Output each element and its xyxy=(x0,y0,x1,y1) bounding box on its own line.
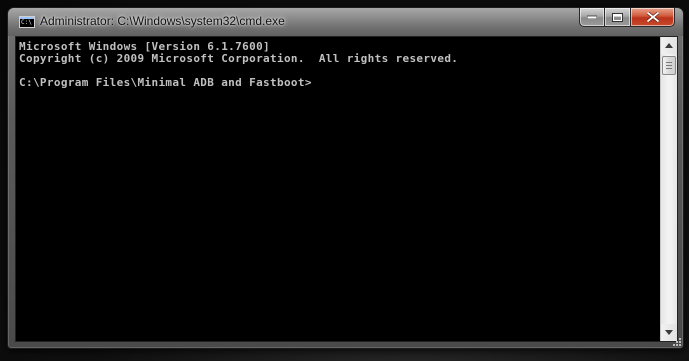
console-line-copyright: Copyright (c) 2009 Microsoft Corporation… xyxy=(19,52,459,65)
scroll-up-arrow-icon xyxy=(665,43,673,48)
scrollbar-thumb[interactable] xyxy=(662,56,676,75)
desktop-background: C:\ Administrator: C:\Windows\system32\c… xyxy=(0,0,689,361)
vertical-scrollbar[interactable] xyxy=(660,37,677,341)
cmd-icon-text: C:\ xyxy=(21,19,32,26)
title-bar[interactable]: C:\ Administrator: C:\Windows\system32\c… xyxy=(8,8,683,36)
minimize-icon xyxy=(587,15,597,19)
thumb-grip-line xyxy=(666,65,672,66)
resize-grip-icon[interactable] xyxy=(672,337,682,347)
window-title: Administrator: C:\Windows\system32\cmd.e… xyxy=(40,14,285,28)
cmd-icon[interactable]: C:\ xyxy=(19,16,35,28)
console-output[interactable]: Microsoft Windows [Version 6.1.7600] Cop… xyxy=(16,37,660,341)
maximize-icon xyxy=(612,12,623,22)
scroll-up-button[interactable] xyxy=(661,37,677,54)
thumb-grip-line xyxy=(666,68,672,69)
close-icon xyxy=(646,12,659,22)
cmd-window: C:\ Administrator: C:\Windows\system32\c… xyxy=(7,7,684,349)
minimize-button[interactable] xyxy=(579,8,605,27)
caption-buttons xyxy=(579,8,675,28)
thumb-grip-line xyxy=(666,62,672,63)
scroll-down-arrow-icon xyxy=(665,330,673,335)
console-client-area: Microsoft Windows [Version 6.1.7600] Cop… xyxy=(15,36,678,342)
close-button[interactable] xyxy=(631,8,675,27)
maximize-button[interactable] xyxy=(605,8,631,27)
console-line-prompt: C:\Program Files\Minimal ADB and Fastboo… xyxy=(19,76,312,89)
